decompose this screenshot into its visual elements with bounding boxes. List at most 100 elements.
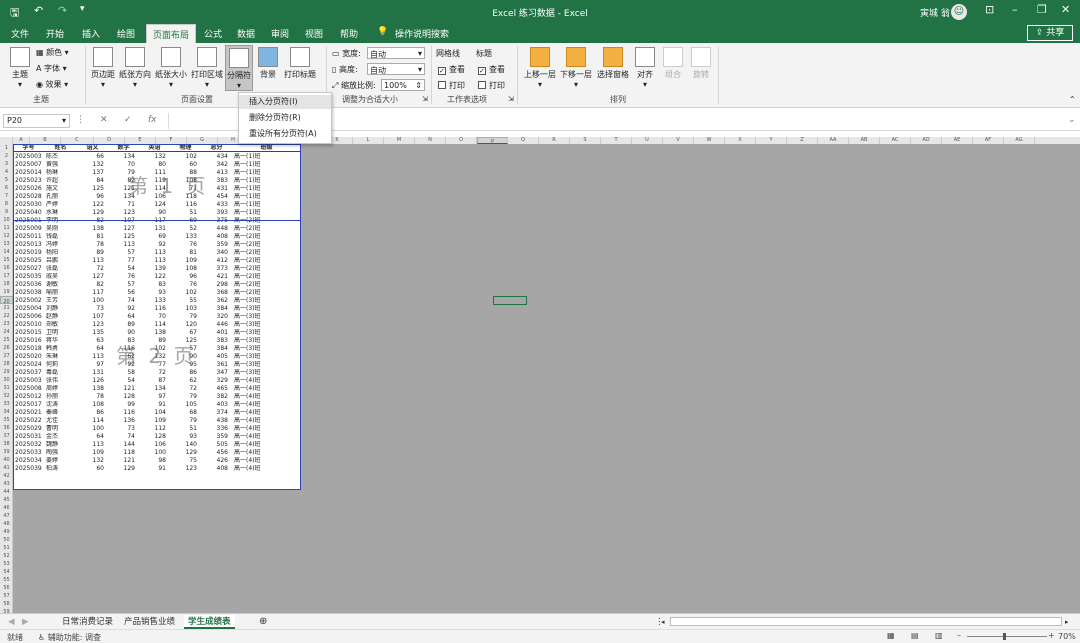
add-sheet-icon[interactable]: ⊕ xyxy=(259,615,267,629)
scroll-left-icon[interactable]: ◂ xyxy=(661,615,665,629)
restore-icon[interactable]: ❐ xyxy=(1037,3,1047,16)
row-header[interactable]: 36 xyxy=(0,424,13,432)
zoom-slider-thumb[interactable] xyxy=(1003,633,1006,640)
row-header[interactable]: 19 xyxy=(0,288,13,296)
insert-function-icon[interactable]: fx xyxy=(148,115,157,125)
tab-help[interactable]: 帮助 xyxy=(340,27,358,40)
colors-button[interactable]: ▦ 颜色 ▾ xyxy=(36,47,69,58)
row-header[interactable]: 4 xyxy=(0,168,13,176)
row-header[interactable]: 25 xyxy=(0,336,13,344)
row-header[interactable]: 24 xyxy=(0,328,13,336)
column-header[interactable]: R xyxy=(539,137,570,144)
page-layout-view-icon[interactable]: ▤ xyxy=(911,631,919,640)
ribbon-display-icon[interactable]: ⊡ xyxy=(985,3,994,16)
row-header[interactable]: 42 xyxy=(0,472,13,480)
row-header[interactable]: 22 xyxy=(0,312,13,320)
expand-formula-icon[interactable]: ⌄ xyxy=(1068,115,1076,125)
row-header[interactable]: 32 xyxy=(0,392,13,400)
row-header[interactable]: 54 xyxy=(0,568,13,576)
row-header[interactable]: 49 xyxy=(0,528,13,536)
collapse-ribbon-icon[interactable]: ⌃ xyxy=(1069,95,1076,104)
column-header[interactable]: V xyxy=(663,137,694,144)
row-header[interactable]: 51 xyxy=(0,544,13,552)
row-header[interactable]: 29 xyxy=(0,368,13,376)
row-header[interactable]: 34 xyxy=(0,408,13,416)
effects-button[interactable]: ◉ 效果 ▾ xyxy=(36,79,68,90)
worksheet-grid[interactable]: ABCDEFGHIJKLMNOPQRSTUVWXYZAAABACADAEAFAG… xyxy=(0,137,1080,613)
column-header[interactable]: W xyxy=(694,137,725,144)
cancel-icon[interactable]: ✕ xyxy=(100,115,108,125)
horizontal-scrollbar[interactable] xyxy=(670,617,1062,626)
row-header[interactable]: 3 xyxy=(0,160,13,168)
normal-view-icon[interactable]: ▦ xyxy=(887,631,895,640)
row-header[interactable]: 45 xyxy=(0,496,13,504)
sheet-options-launcher-icon[interactable]: ⇲ xyxy=(508,95,514,103)
column-header[interactable]: A xyxy=(13,137,30,144)
tab-file[interactable]: 文件 xyxy=(11,27,29,40)
sheet-tab-student-scores[interactable]: 学生成绩表 xyxy=(184,615,235,629)
row-header[interactable]: 57 xyxy=(0,592,13,600)
row-header[interactable]: 18 xyxy=(0,280,13,288)
column-header[interactable]: E xyxy=(125,137,156,144)
width-select[interactable]: 自动 ▾ xyxy=(367,47,425,59)
headings-view-checkbox[interactable]: ✓ 查看 xyxy=(478,64,505,75)
prev-sheet-icon[interactable]: ◀ xyxy=(8,615,15,629)
column-header[interactable]: AB xyxy=(849,137,880,144)
sheet-tab-product-sales[interactable]: 产品销售业绩 xyxy=(124,615,175,629)
gridlines-view-checkbox[interactable]: ✓ 查看 xyxy=(438,64,465,75)
row-header[interactable]: 9 xyxy=(0,208,13,216)
row-header[interactable]: 31 xyxy=(0,384,13,392)
row-header[interactable]: 21 xyxy=(0,304,13,312)
row-header[interactable]: 6 xyxy=(0,184,13,192)
size-button[interactable]: 纸张大小 ▾ xyxy=(154,47,188,89)
breaks-button[interactable]: 分隔符 ▾ xyxy=(225,45,253,91)
group-button[interactable]: 组合 xyxy=(660,47,686,80)
row-header[interactable]: 20 xyxy=(0,296,13,305)
select-all-corner[interactable] xyxy=(0,137,13,144)
column-header[interactable]: M xyxy=(384,137,415,144)
row-header[interactable]: 44 xyxy=(0,488,13,496)
remove-page-break-item[interactable]: 删除分页符(R) xyxy=(239,111,331,125)
orientation-button[interactable]: 纸张方向 ▾ xyxy=(118,47,152,89)
row-header[interactable]: 27 xyxy=(0,352,13,360)
row-header[interactable]: 14 xyxy=(0,248,13,256)
column-header[interactable]: Y xyxy=(756,137,787,144)
tell-me-search[interactable]: 操作说明搜索 xyxy=(395,27,449,40)
gridlines-print-checkbox[interactable]: 打印 xyxy=(438,80,465,91)
column-header[interactable]: Z xyxy=(787,137,818,144)
zoom-level[interactable]: 70% xyxy=(1058,632,1076,641)
tab-view[interactable]: 视图 xyxy=(305,27,323,40)
row-header[interactable]: 17 xyxy=(0,272,13,280)
row-header[interactable]: 5 xyxy=(0,176,13,184)
row-header[interactable]: 40 xyxy=(0,456,13,464)
sheet-tab-daily-expenses[interactable]: 日常消费记录 xyxy=(62,615,113,629)
row-header[interactable]: 15 xyxy=(0,256,13,264)
column-header[interactable]: AG xyxy=(1004,137,1035,144)
row-header[interactable]: 37 xyxy=(0,432,13,440)
tab-formulas[interactable]: 公式 xyxy=(204,27,222,40)
next-sheet-icon[interactable]: ▶ xyxy=(22,615,29,629)
row-header[interactable]: 26 xyxy=(0,344,13,352)
accessibility-status[interactable]: ♿ 辅助功能: 调查 xyxy=(38,632,101,643)
page-break-preview-icon[interactable]: ▥ xyxy=(935,631,943,640)
column-header[interactable]: AE xyxy=(942,137,973,144)
row-header[interactable]: 12 xyxy=(0,232,13,240)
align-button[interactable]: 对齐 ▾ xyxy=(633,47,657,89)
row-header[interactable]: 53 xyxy=(0,560,13,568)
fonts-button[interactable]: A 字体 ▾ xyxy=(36,63,67,74)
row-header[interactable]: 7 xyxy=(0,192,13,200)
column-header[interactable]: O xyxy=(446,137,477,144)
row-header[interactable]: 50 xyxy=(0,536,13,544)
send-backward-button[interactable]: 下移一层 ▾ xyxy=(558,47,594,89)
column-header[interactable]: U xyxy=(632,137,663,144)
column-header[interactable]: AC xyxy=(880,137,911,144)
share-button[interactable]: ⇪ 共享 xyxy=(1027,25,1073,41)
row-header[interactable]: 58 xyxy=(0,600,13,608)
column-header[interactable]: C xyxy=(61,137,94,144)
row-header[interactable]: 41 xyxy=(0,464,13,472)
column-header[interactable]: P xyxy=(477,137,508,145)
row-header[interactable]: 35 xyxy=(0,416,13,424)
column-header[interactable]: S xyxy=(570,137,601,144)
headings-print-checkbox[interactable]: 打印 xyxy=(478,80,505,91)
column-header[interactable]: AA xyxy=(818,137,849,144)
